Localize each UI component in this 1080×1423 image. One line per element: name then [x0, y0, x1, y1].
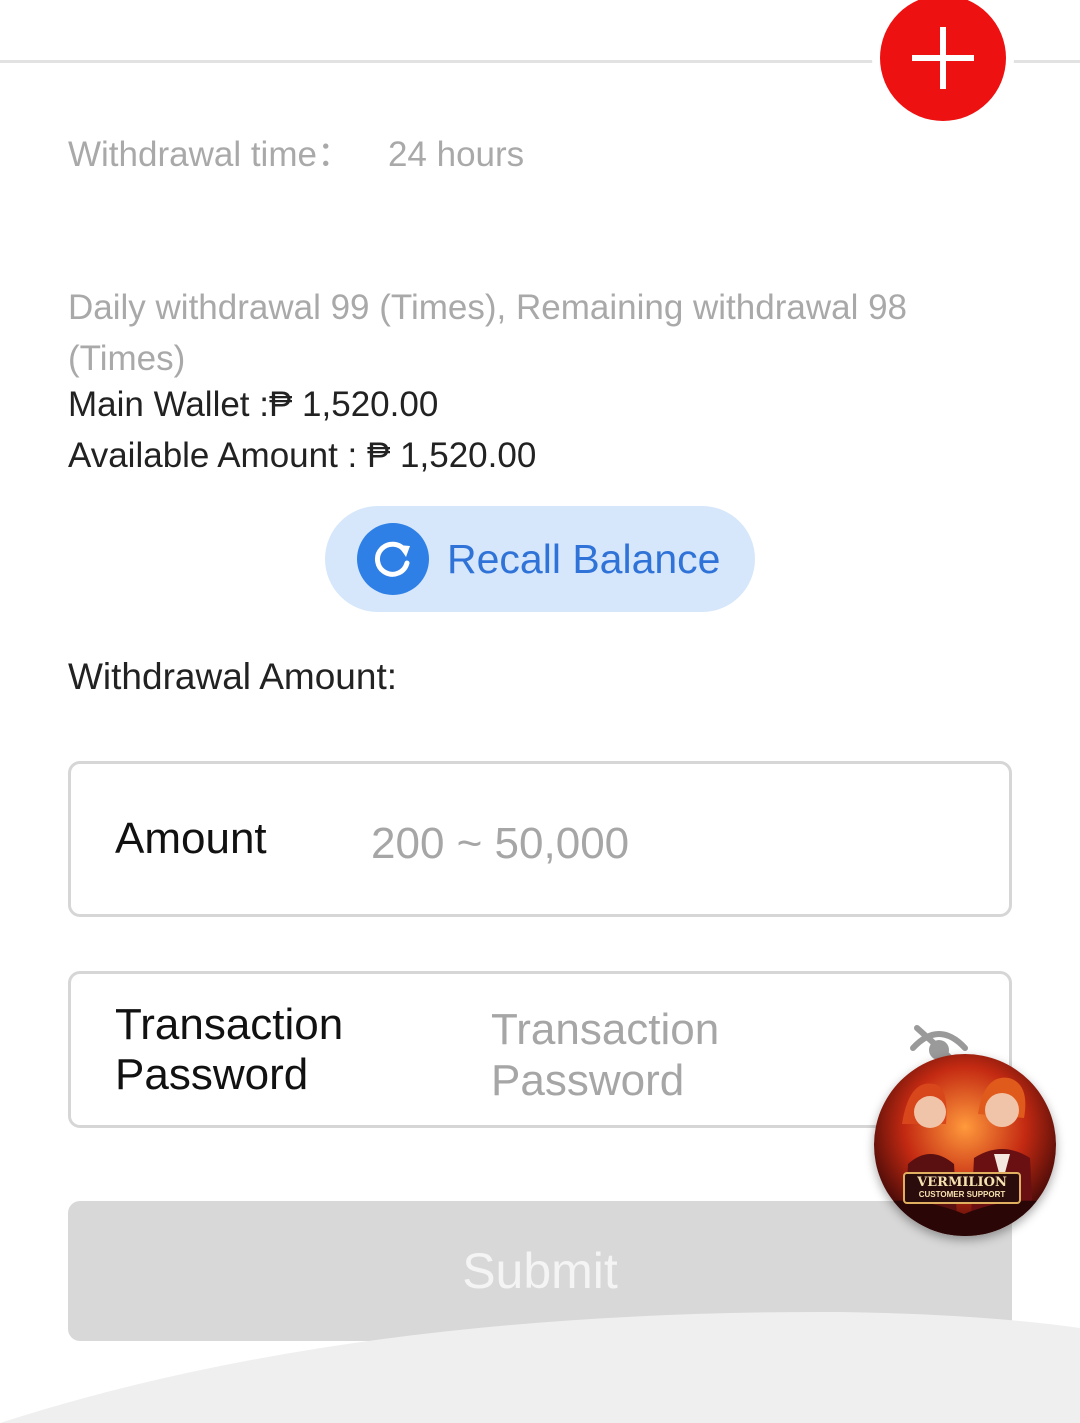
support-title: VERMILION	[917, 1175, 1007, 1190]
bottom-decoration	[0, 1311, 1080, 1423]
transaction-password-field[interactable]: Transaction Password Transaction Passwor…	[68, 971, 1012, 1128]
recall-balance-button[interactable]: Recall Balance	[325, 506, 755, 612]
withdrawal-time-label: Withdrawal time：	[68, 135, 352, 174]
support-avatar-icon	[874, 1054, 1056, 1236]
amount-field: Amount	[68, 761, 1012, 917]
support-badge-label: VERMILION CUSTOMER SUPPORT	[903, 1172, 1021, 1204]
withdrawal-amount-heading: Withdrawal Amount:	[68, 656, 398, 697]
withdrawal-time-info: Withdrawal time： 24 hours	[68, 126, 524, 177]
plus-icon	[912, 27, 974, 89]
withdrawal-time-value: 24 hours	[387, 135, 525, 174]
withdrawal-limits-text: Daily withdrawal 99 (Times), Remaining w…	[68, 288, 908, 378]
customer-support-button[interactable]: VERMILION CUSTOMER SUPPORT	[874, 1054, 1056, 1236]
amount-input[interactable]	[371, 814, 971, 874]
transaction-password-input[interactable]: Transaction Password	[491, 1004, 791, 1106]
main-wallet-balance: Main Wallet :₱ 1,520.00	[68, 385, 439, 424]
add-button[interactable]	[880, 0, 1006, 121]
available-amount: Available Amount : ₱ 1,520.00	[68, 436, 537, 475]
refresh-icon	[357, 523, 429, 595]
support-subtitle: CUSTOMER SUPPORT	[918, 1190, 1006, 1199]
amount-label: Amount	[115, 814, 267, 863]
recall-balance-label: Recall Balance	[447, 535, 721, 582]
transaction-password-label: Transaction Password	[115, 1000, 344, 1099]
